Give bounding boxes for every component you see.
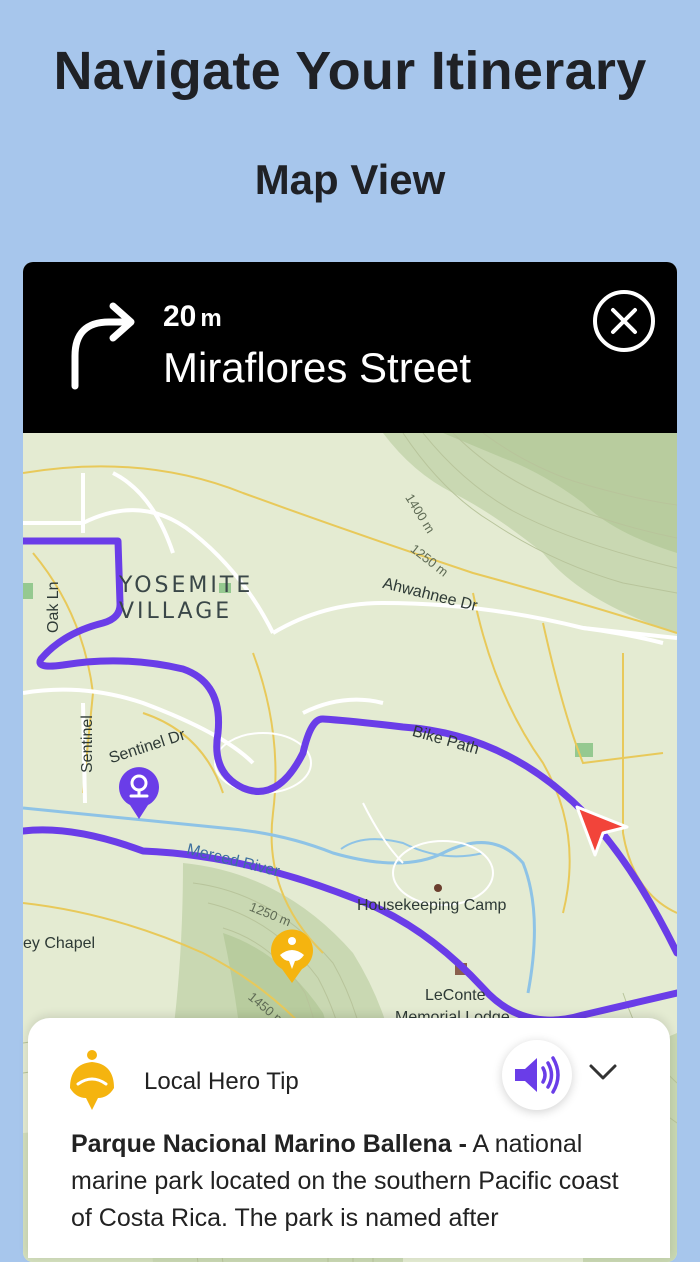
play-audio-button[interactable] <box>502 1040 572 1110</box>
close-icon <box>611 308 637 334</box>
map-label-sentinel: Sentinel <box>79 715 96 773</box>
turn-right-arrow-icon <box>71 302 135 390</box>
distance-value: 20 <box>163 300 197 333</box>
map-label-leconte: LeConte <box>425 987 486 1004</box>
village-label-line1: YOSEMITE <box>119 573 254 598</box>
distance-unit: m <box>200 305 222 332</box>
chevron-down-icon[interactable] <box>588 1062 618 1082</box>
speaker-icon <box>515 1056 560 1094</box>
map-label-chapel: ey Chapel <box>23 935 96 952</box>
distance-readout: 20 m <box>163 300 222 334</box>
map-label-housekeeping-camp: Housekeeping Camp <box>357 897 507 914</box>
tip-place-name: Parque Nacional Marino Ballena - <box>71 1130 467 1158</box>
navigation-arrow-icon <box>575 805 629 857</box>
page-subheading: Map View <box>254 156 446 203</box>
navigation-banner: 20 m Miraflores Street <box>23 262 677 433</box>
location-pin-icon[interactable] <box>117 765 161 821</box>
tip-description: Parque Nacional Marino Ballena - A natio… <box>71 1126 631 1237</box>
close-navigation-button[interactable] <box>593 290 655 352</box>
tip-title: Local Hero Tip <box>144 1068 299 1095</box>
village-label-line2: VILLAGE <box>119 599 233 624</box>
local-hero-marker-icon[interactable] <box>269 929 315 985</box>
street-name: Miraflores Street <box>163 344 472 391</box>
local-hero-tip-card[interactable]: Local Hero Tip Parque Nacional Marino Ba… <box>28 1018 670 1258</box>
map-label-oak-ln: Oak Ln <box>45 581 62 633</box>
village-label: YOSEMITE VILLAGE <box>119 573 253 625</box>
local-hero-icon <box>70 1050 114 1110</box>
page-headline: Navigate Your Itinerary <box>53 41 647 101</box>
